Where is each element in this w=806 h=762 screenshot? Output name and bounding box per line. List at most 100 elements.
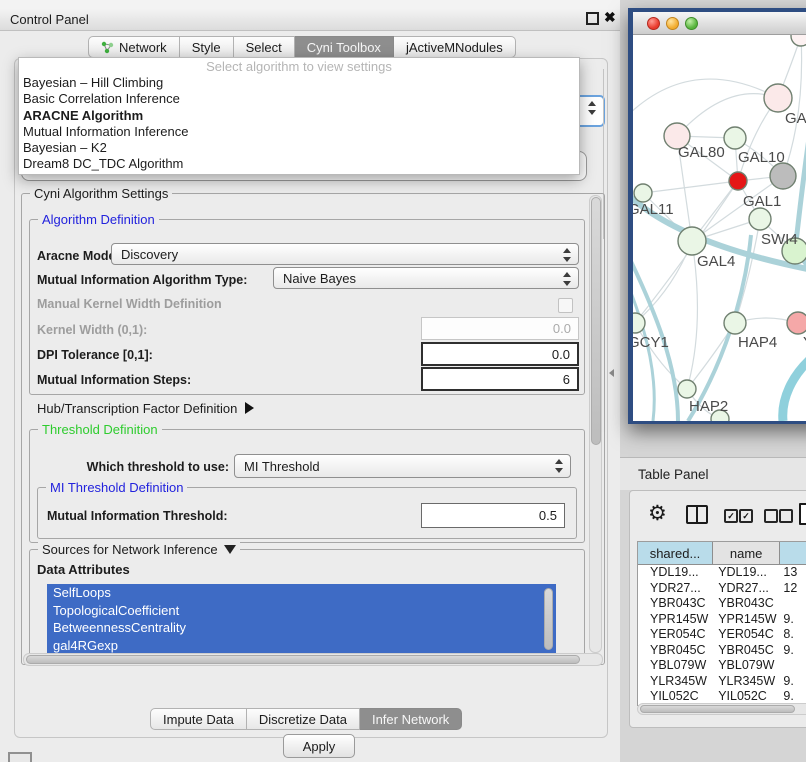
table-row[interactable]: YDR27...YDR27...12: [638, 581, 806, 597]
table-row[interactable]: YBR045CYBR045C9.: [638, 643, 806, 659]
network-canvas[interactable]: GALGAL80GAL10GAL1GAL11GAL4SWI4GCY1HAP4YH…: [633, 35, 806, 421]
checkbox-unchecked-icon[interactable]: [764, 509, 778, 523]
manual-kernel-label: Manual Kernel Width Definition: [37, 297, 222, 311]
node-label: SWI4: [761, 231, 798, 248]
settings-vertical-scrollbar-thumb[interactable]: [591, 197, 601, 445]
column-header[interactable]: shared...: [638, 542, 713, 564]
tab-jactivemnodules[interactable]: jActiveMNodules: [394, 36, 516, 58]
bottom-tabs: Impute Data Discretize Data Infer Networ…: [150, 708, 462, 730]
node-label: GCY1: [633, 334, 669, 351]
node-label: GAL1: [743, 193, 781, 210]
attribute-list-item[interactable]: SelfLoops: [47, 584, 556, 602]
table-row[interactable]: YLR345WYLR345W9.: [638, 674, 806, 690]
kernel-width-field[interactable]: 0.0: [421, 317, 579, 340]
dropdown-items: Bayesian – Hill ClimbingBasic Correlatio…: [19, 75, 579, 173]
column-header[interactable]: name: [713, 542, 780, 564]
table-row[interactable]: YER054CYER054C8.: [638, 627, 806, 643]
mi-steps-field[interactable]: 6: [421, 367, 579, 391]
attribute-list-item[interactable]: gal4RGexp: [47, 637, 556, 655]
dpi-tolerance-field[interactable]: 0.0: [421, 342, 579, 366]
control-panel-tabs: Network Style SelectCyni Toolbox jActiveMNo…: [88, 36, 516, 58]
sources-group-title-wrap[interactable]: Sources for Network Inference: [38, 542, 240, 557]
mi-type-value: Naive Bayes: [283, 271, 356, 286]
tab-cyni-toolbox[interactable]: Cyni Toolbox: [295, 36, 394, 58]
minimize-traffic-light-icon[interactable]: [666, 17, 679, 30]
attributes-list-scrollbar[interactable]: [544, 588, 553, 650]
restore-icon[interactable]: [586, 12, 599, 25]
stepper-icon: [563, 247, 571, 263]
dropdown-item[interactable]: Mutual Information Inference: [19, 124, 579, 140]
network-node[interactable]: [729, 172, 747, 190]
network-node-gal[interactable]: [764, 84, 792, 112]
tab-discretize-data[interactable]: Discretize Data: [247, 708, 360, 730]
attribute-list-item[interactable]: BetweennessCentrality: [47, 619, 556, 637]
table-row[interactable]: YDL19...YDL19...13: [638, 565, 806, 581]
table-cell: YLR345W: [638, 674, 713, 690]
checkbox-unchecked-icon[interactable]: [779, 509, 793, 523]
close-icon[interactable]: ✖: [604, 9, 616, 26]
checkbox-checked-icon[interactable]: ✓: [739, 509, 753, 523]
table-cell: 9.: [780, 643, 806, 659]
table-row[interactable]: YPR145WYPR145W9.: [638, 612, 806, 628]
collapse-down-icon: [224, 545, 236, 554]
tab-label: jActiveMNodules: [406, 40, 503, 55]
table-horizontal-scrollbar-thumb[interactable]: [640, 705, 795, 713]
network-node[interactable]: [791, 35, 806, 46]
table-cell: 9.: [780, 674, 806, 690]
network-node-gal4[interactable]: [678, 227, 706, 255]
network-node-gal1[interactable]: [749, 208, 771, 230]
network-node-hap2[interactable]: [678, 380, 696, 398]
network-node-y[interactable]: [787, 312, 806, 334]
network-view-window[interactable]: GALGAL80GAL10GAL1GAL11GAL4SWI4GCY1HAP4YH…: [628, 8, 806, 424]
network-node[interactable]: [770, 163, 796, 189]
network-node-gal11[interactable]: [634, 184, 652, 202]
hub-definition-expander[interactable]: Hub/Transcription Factor Definition: [37, 401, 254, 416]
gear-icon[interactable]: ⚙: [648, 501, 667, 526]
tab-label: Style: [192, 40, 221, 55]
attribute-list-item[interactable]: TopologicalCoefficient: [47, 602, 556, 620]
splitter-handle-icon[interactable]: [609, 369, 614, 377]
data-attributes-list[interactable]: SelfLoopsTopologicalCoefficientBetweenne…: [47, 584, 556, 654]
tab-style[interactable]: Style: [180, 36, 234, 58]
table-cell: YBL079W: [638, 658, 713, 674]
tab-network[interactable]: Network: [88, 36, 180, 58]
table-cell: YPR145W: [713, 612, 780, 628]
mi-threshold-field[interactable]: 0.5: [421, 503, 565, 528]
control-panel-title: Control Panel: [10, 12, 89, 27]
dropdown-item[interactable]: ARACNE Algorithm: [19, 108, 579, 124]
table-panel-title: Table Panel: [638, 467, 709, 482]
column-header[interactable]: [780, 542, 806, 564]
checkbox-checked-icon[interactable]: ✓: [724, 509, 738, 523]
which-threshold-combo[interactable]: MI Threshold: [234, 454, 571, 478]
node-label: GAL4: [697, 253, 735, 270]
network-window-titlebar[interactable]: [633, 12, 806, 35]
manual-kernel-checkbox[interactable]: [558, 298, 573, 313]
dpi-tolerance-label: DPI Tolerance [0,1]:: [37, 348, 153, 362]
tab-select[interactable]: Select: [234, 36, 295, 58]
network-node-hap4[interactable]: [724, 312, 746, 334]
table-cell: YER054C: [638, 627, 713, 643]
tab-impute-data[interactable]: Impute Data: [150, 708, 247, 730]
table-body: YDL19...YDL19...13YDR27...YDR27...12YBR0…: [638, 565, 806, 705]
node-label: GAL11: [633, 201, 674, 218]
dropdown-item[interactable]: Bayesian – K2: [19, 140, 579, 156]
dropdown-item[interactable]: Bayesian – Hill Climbing: [19, 75, 579, 91]
table-cell: YBL079W: [713, 658, 780, 674]
new-document-icon[interactable]: [799, 503, 806, 525]
zoom-traffic-light-icon[interactable]: [685, 17, 698, 30]
table-row[interactable]: YBL079WYBL079W: [638, 658, 806, 674]
apply-button[interactable]: Apply: [283, 734, 355, 758]
aracne-mode-combo[interactable]: Discovery: [111, 243, 579, 265]
dropdown-item[interactable]: Basic Correlation Inference: [19, 91, 579, 107]
tab-infer-network[interactable]: Infer Network: [360, 708, 462, 730]
dropdown-item[interactable]: Dream8 DC_TDC Algorithm: [19, 156, 579, 172]
table-row[interactable]: YBR043CYBR043C: [638, 596, 806, 612]
node-label: HAP2: [689, 398, 728, 415]
mi-algorithm-type-combo[interactable]: Naive Bayes: [273, 267, 579, 289]
network-node-gal10[interactable]: [724, 127, 746, 149]
table-cell: YBR045C: [713, 643, 780, 659]
close-traffic-light-icon[interactable]: [647, 17, 660, 30]
settings-horizontal-scrollbar-thumb[interactable]: [26, 655, 580, 664]
collapsed-panel-icon[interactable]: [8, 752, 32, 762]
split-columns-icon[interactable]: [686, 505, 708, 524]
